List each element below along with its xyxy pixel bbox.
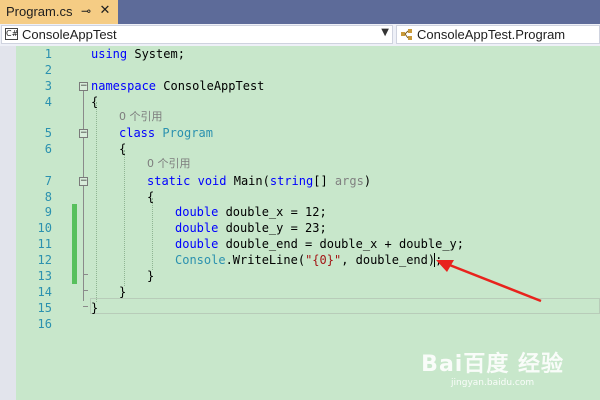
watermark-url: jingyan.baidu.com: [451, 378, 535, 388]
watermark-logo: Bai百度 经验: [421, 352, 564, 377]
baidu-jingyan-watermark: Bai百度 经验 jingyan.baidu.com: [421, 346, 564, 388]
arrow-shaft: [446, 262, 542, 303]
annotation-arrow: [436, 260, 542, 303]
